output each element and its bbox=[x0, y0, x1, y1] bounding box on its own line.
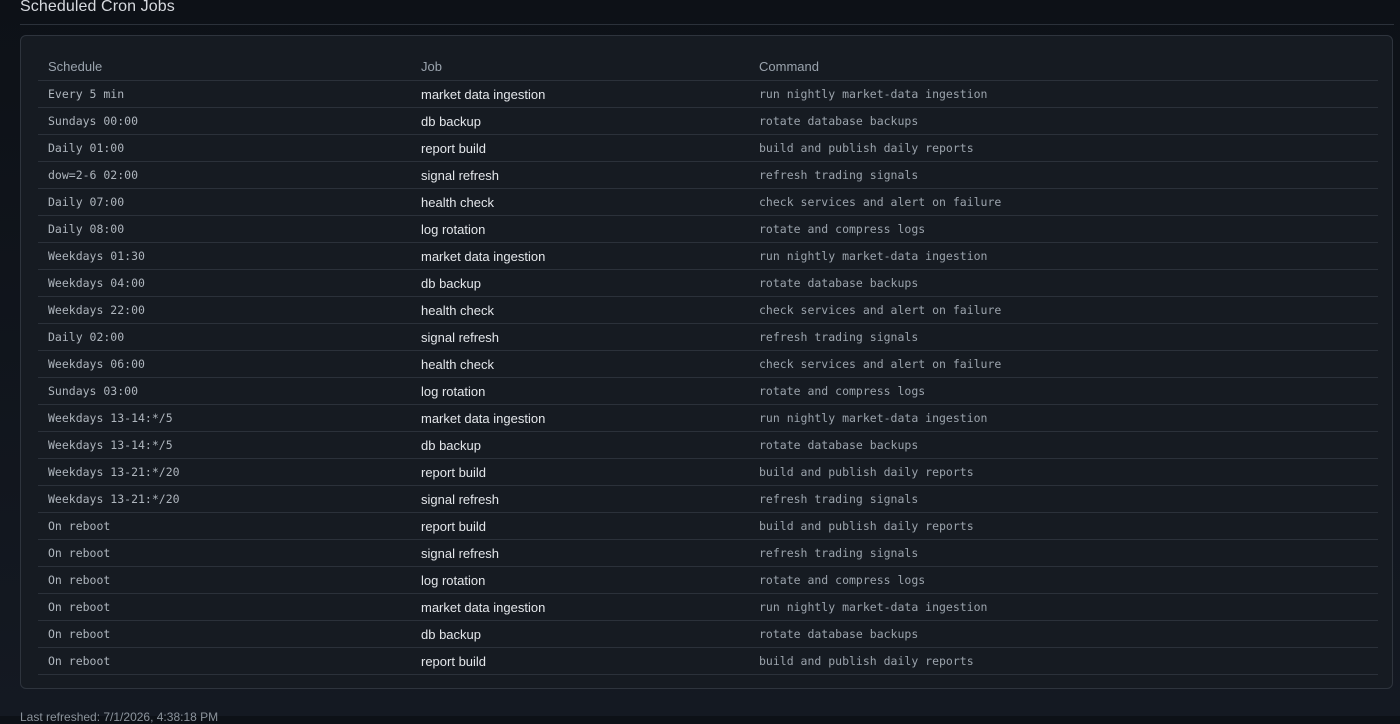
cell-command: refresh trading signals bbox=[749, 323, 1378, 351]
cell-schedule: On reboot bbox=[38, 512, 411, 540]
cell-command: refresh trading signals bbox=[749, 161, 1378, 189]
table-row: Weekdays 13-21:*/20 report build build and… bbox=[38, 458, 1378, 486]
table-row: Daily 02:00 signal refresh refresh trading… bbox=[38, 323, 1378, 351]
table-row: Weekdays 13-14:*/5 market data ingestion r… bbox=[38, 404, 1378, 432]
cell-command: rotate database backups bbox=[749, 620, 1378, 648]
cell-command: rotate and compress logs bbox=[749, 377, 1378, 405]
cell-schedule: Daily 02:00 bbox=[38, 323, 411, 351]
last-refreshed-text: Last refreshed: 7/1/2026, 4:38:18 PM bbox=[20, 710, 219, 724]
cell-command: rotate and compress logs bbox=[749, 215, 1378, 243]
column-header-command: Command bbox=[749, 53, 1378, 81]
cell-command: run nightly market-data ingestion bbox=[749, 242, 1378, 270]
cell-command: run nightly market-data ingestion bbox=[749, 404, 1378, 432]
table-header-row: Schedule Job Command bbox=[38, 53, 1378, 81]
cell-schedule: Weekdays 01:30 bbox=[38, 242, 411, 270]
column-header-schedule: Schedule bbox=[38, 53, 411, 81]
table-row: Weekdays 13-21:*/20 signal refresh refresh… bbox=[38, 485, 1378, 513]
table-row: dow=2-6 02:00 signal refresh refresh tradi… bbox=[38, 161, 1378, 189]
cell-schedule: Weekdays 13-21:*/20 bbox=[38, 485, 411, 513]
cell-job: market data ingestion bbox=[411, 242, 749, 270]
table-row: Daily 01:00 report build build and publish… bbox=[38, 134, 1378, 162]
cell-command: check services and alert on failure bbox=[749, 296, 1378, 324]
cron-jobs-table: Schedule Job Command Every 5 min market d… bbox=[38, 53, 1378, 675]
cell-command: build and publish daily reports bbox=[749, 458, 1378, 486]
cell-job: db backup bbox=[411, 620, 749, 648]
table-row: Daily 08:00 log rotation rotate and compre… bbox=[38, 215, 1378, 243]
cell-job: market data ingestion bbox=[411, 80, 749, 108]
cell-command: build and publish daily reports bbox=[749, 647, 1378, 675]
cell-schedule: dow=2-6 02:00 bbox=[38, 161, 411, 189]
cell-job: signal refresh bbox=[411, 323, 749, 351]
page-title: Scheduled Cron Jobs bbox=[20, 0, 175, 15]
cell-job: health check bbox=[411, 350, 749, 378]
cell-schedule: On reboot bbox=[38, 620, 411, 648]
cell-job: market data ingestion bbox=[411, 593, 749, 621]
cell-job: report build bbox=[411, 512, 749, 540]
cell-schedule: Weekdays 04:00 bbox=[38, 269, 411, 297]
table-row: Sundays 00:00 db backup rotate database ba… bbox=[38, 107, 1378, 135]
table-row: Sundays 03:00 log rotation rotate and comp… bbox=[38, 377, 1378, 405]
cell-job: report build bbox=[411, 134, 749, 162]
cell-job: health check bbox=[411, 296, 749, 324]
cell-schedule: Weekdays 13-14:*/5 bbox=[38, 431, 411, 459]
cell-schedule: On reboot bbox=[38, 593, 411, 621]
cell-schedule: Daily 07:00 bbox=[38, 188, 411, 216]
table-row: On reboot report build build and publish d… bbox=[38, 647, 1378, 675]
table-row: Every 5 min market data ingestion run nigh… bbox=[38, 80, 1378, 108]
cell-command: build and publish daily reports bbox=[749, 512, 1378, 540]
cell-command: rotate and compress logs bbox=[749, 566, 1378, 594]
cell-job: db backup bbox=[411, 431, 749, 459]
cell-command: rotate database backups bbox=[749, 431, 1378, 459]
cell-job: db backup bbox=[411, 107, 749, 135]
cell-job: market data ingestion bbox=[411, 404, 749, 432]
table-row: On reboot log rotation rotate and compress… bbox=[38, 566, 1378, 594]
table-row: On reboot market data ingestion run nightl… bbox=[38, 593, 1378, 621]
table-row: Weekdays 13-14:*/5 db backup rotate databa… bbox=[38, 431, 1378, 459]
cell-command: build and publish daily reports bbox=[749, 134, 1378, 162]
table-row: Daily 07:00 health check check services an… bbox=[38, 188, 1378, 216]
cell-schedule: Every 5 min bbox=[38, 80, 411, 108]
cell-schedule: Sundays 00:00 bbox=[38, 107, 411, 135]
cell-job: log rotation bbox=[411, 377, 749, 405]
table-row: On reboot db backup rotate database backup… bbox=[38, 620, 1378, 648]
cell-schedule: Daily 08:00 bbox=[38, 215, 411, 243]
cell-command: refresh trading signals bbox=[749, 539, 1378, 567]
cell-schedule: Weekdays 13-14:*/5 bbox=[38, 404, 411, 432]
cell-schedule: Weekdays 22:00 bbox=[38, 296, 411, 324]
table-row: Weekdays 01:30 market data ingestion run n… bbox=[38, 242, 1378, 270]
table-row: Weekdays 04:00 db backup rotate database b… bbox=[38, 269, 1378, 297]
cron-jobs-panel: Schedule Job Command Every 5 min market d… bbox=[20, 35, 1393, 689]
table-row: On reboot signal refresh refresh trading s… bbox=[38, 539, 1378, 567]
cell-job: log rotation bbox=[411, 215, 749, 243]
cell-command: rotate database backups bbox=[749, 107, 1378, 135]
cell-job: db backup bbox=[411, 269, 749, 297]
cell-job: signal refresh bbox=[411, 161, 749, 189]
table-row: Weekdays 22:00 health check check services… bbox=[38, 296, 1378, 324]
cell-schedule: On reboot bbox=[38, 566, 411, 594]
title-divider bbox=[20, 24, 1394, 25]
cell-job: signal refresh bbox=[411, 485, 749, 513]
cell-command: run nightly market-data ingestion bbox=[749, 80, 1378, 108]
cell-job: report build bbox=[411, 458, 749, 486]
cell-job: log rotation bbox=[411, 566, 749, 594]
table-body: Every 5 min market data ingestion run nigh… bbox=[38, 80, 1378, 675]
cell-command: check services and alert on failure bbox=[749, 188, 1378, 216]
cell-job: signal refresh bbox=[411, 539, 749, 567]
cell-job: report build bbox=[411, 647, 749, 675]
cell-job: health check bbox=[411, 188, 749, 216]
cell-command: rotate database backups bbox=[749, 269, 1378, 297]
cell-schedule: On reboot bbox=[38, 647, 411, 675]
cell-schedule: Weekdays 06:00 bbox=[38, 350, 411, 378]
cell-schedule: On reboot bbox=[38, 539, 411, 567]
cell-command: check services and alert on failure bbox=[749, 350, 1378, 378]
table-row: On reboot report build build and publish d… bbox=[38, 512, 1378, 540]
cell-command: run nightly market-data ingestion bbox=[749, 593, 1378, 621]
table-row: Weekdays 06:00 health check check services… bbox=[38, 350, 1378, 378]
cell-command: refresh trading signals bbox=[749, 485, 1378, 513]
column-header-job: Job bbox=[411, 53, 749, 81]
cell-schedule: Daily 01:00 bbox=[38, 134, 411, 162]
cell-schedule: Weekdays 13-21:*/20 bbox=[38, 458, 411, 486]
cell-schedule: Sundays 03:00 bbox=[38, 377, 411, 405]
